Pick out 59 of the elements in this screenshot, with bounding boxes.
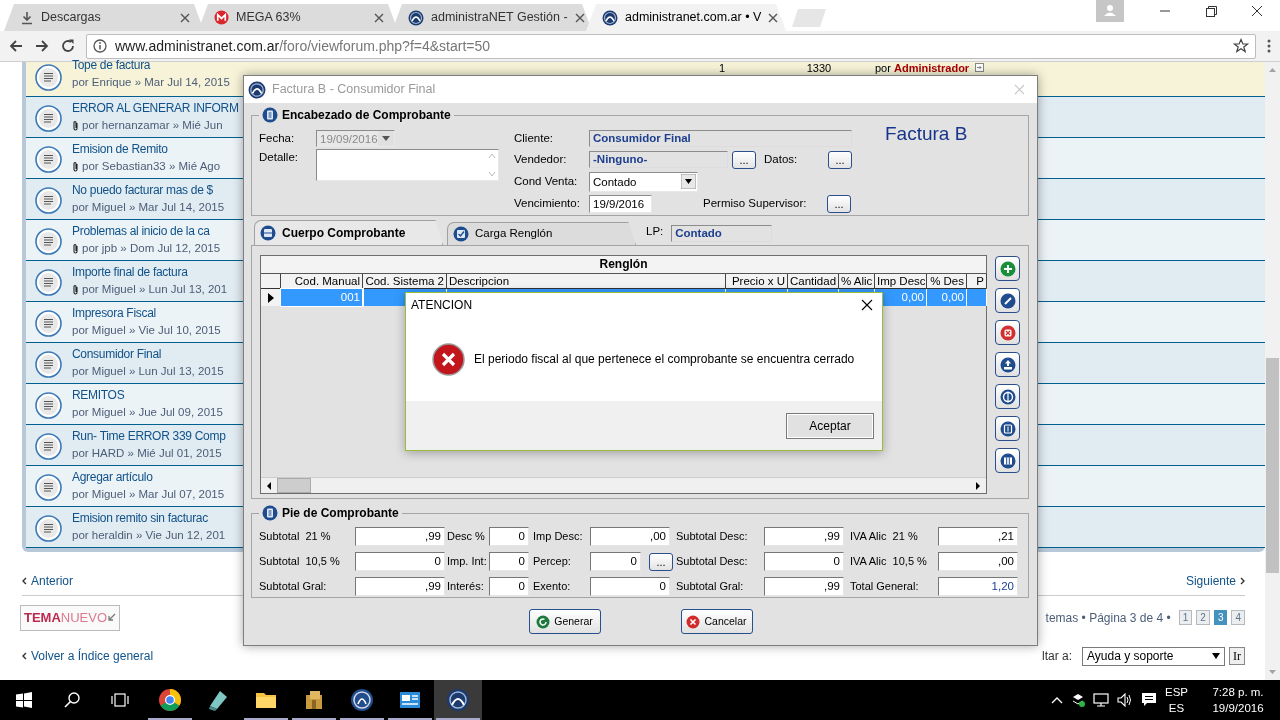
field-label: Interés: <box>447 579 485 595</box>
pagination-summary: temas • Página 3 de 4 • <box>1045 609 1171 627</box>
tab-title: administraNET Gestión - <box>431 9 568 27</box>
field-label: Fecha: <box>259 130 296 146</box>
window-title: Factura B - Consumidor Final <box>272 81 436 99</box>
topic-meta: por HARD » Mié Jul 01, 2015 <box>72 446 222 461</box>
field-label: Datos: <box>764 151 799 167</box>
field-label: IVA Alic 21 % <box>850 529 919 545</box>
field-label: Vencimiento: <box>514 195 581 211</box>
section-title: Encabezado de Comprobante <box>282 108 451 122</box>
topic-meta: por Sebastian33 » Mié Ago <box>82 159 221 174</box>
topic-meta: por Miguel » Mar Jul 14, 2015 <box>72 200 225 215</box>
table-cell: 001 <box>281 289 363 306</box>
field-label: Subtotal Gral: <box>259 579 328 595</box>
field-label: Vendedor: <box>514 151 568 167</box>
field-label: Detalle: <box>259 150 299 165</box>
dialog-title: ATENCION <box>411 297 473 314</box>
field-label: LP: <box>646 223 664 239</box>
field-label: Cond Venta: <box>514 173 579 189</box>
url-text: www.administranet.com.ar/foro/viewforum.php?f=4&start=50 <box>115 36 491 56</box>
topic-meta: por Enrique » Mar Jul 14, 2015 <box>72 75 230 90</box>
seller-field: -Ninguno- <box>589 151 728 168</box>
topic-meta: por Miguel » Lun Jul 13, 201 <box>82 282 228 297</box>
topic-meta: por Miguel » Mar Jul 07, 2015 <box>72 487 225 502</box>
tab-title: administranet.com.ar • V <box>625 9 762 27</box>
field-label: Cliente: <box>514 130 554 146</box>
section-title: Pie de Comprobante <box>282 506 399 520</box>
field-label: Exento: <box>533 579 572 595</box>
topic-meta: por hernanzamar » Mié Jun <box>82 118 223 133</box>
last-post: por Administrador <box>875 62 970 74</box>
tab-title: MEGA 63% <box>236 9 302 27</box>
error-message: El periodo fiscal al que pertenece el comprobante se encuentra cerrado <box>474 351 855 368</box>
jump-label: ltar a: <box>1042 648 1072 665</box>
client-field: Consumidor Final <box>589 130 852 147</box>
field-label: Desc % <box>447 529 486 545</box>
field-label: Permiso Supervisor: <box>703 195 808 211</box>
topic-meta: por heraldin » Vie Jun 12, 201 <box>72 528 226 543</box>
topic-meta: por Miguel » Lun Jul 13, 2015 <box>72 364 224 379</box>
topic-meta: por Miguel » Vie Jul 10, 2015 <box>72 323 221 338</box>
document-type: Factura B <box>885 122 968 146</box>
table-cell: 0,00 <box>927 289 967 306</box>
view-count: 1330 <box>805 62 833 74</box>
topic-meta: por Miguel » Jue Jul 09, 2015 <box>72 405 223 420</box>
field-label: IVA Alic 10,5 % <box>850 554 928 570</box>
field-label: Total General: <box>850 579 920 595</box>
field-label: Subtotal Gral: <box>676 579 745 595</box>
field-label: Subtotal 10,5 % <box>259 554 341 570</box>
grid-title: Renglón <box>261 256 986 274</box>
price-list-field: Contado <box>671 225 773 242</box>
reply-count: 1 <box>717 62 727 74</box>
field-label: Subtotal 21 % <box>259 529 332 545</box>
field-label: Imp. Int: <box>447 554 488 570</box>
tab-title: Descargas <box>41 9 102 27</box>
field-label: Subtotal Desc: <box>676 529 749 545</box>
date-picker: 19/09/2016 <box>316 130 395 147</box>
field-label: Subtotal Desc: <box>676 554 749 570</box>
field-label: Percep: <box>533 554 572 570</box>
field-label: Imp Desc: <box>533 529 584 545</box>
topic-meta: por jpb » Dom Jul 12, 2015 <box>82 241 221 256</box>
